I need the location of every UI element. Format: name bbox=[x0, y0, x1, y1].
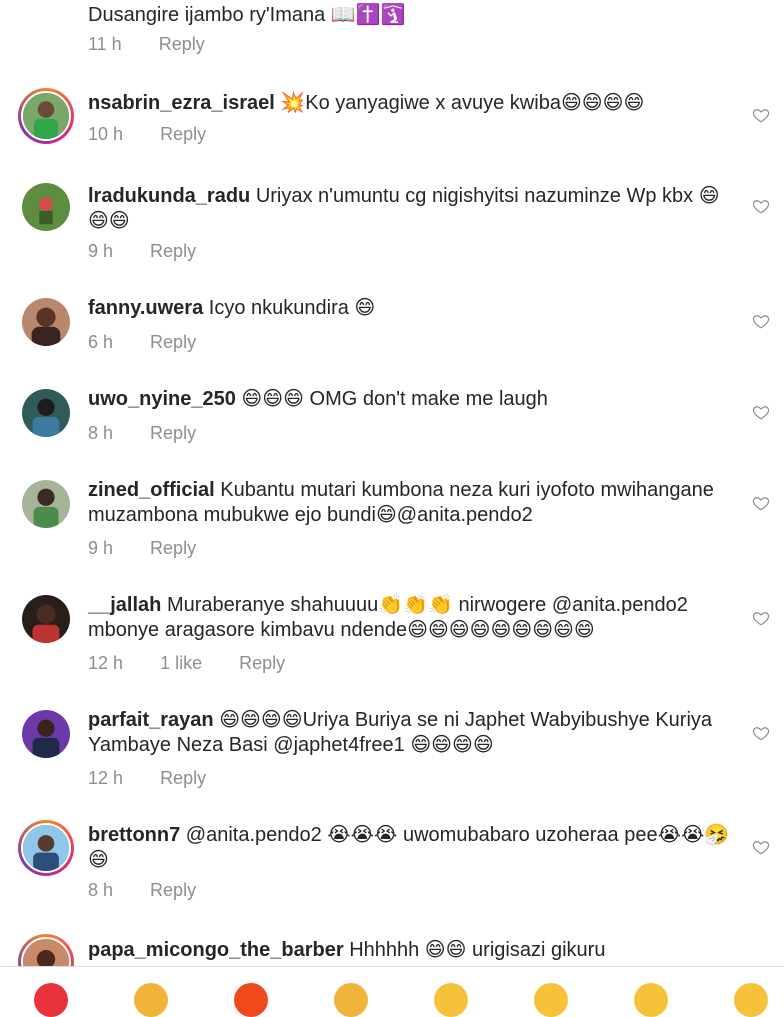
raised-hands-reaction-icon[interactable] bbox=[334, 983, 368, 1017]
like-count[interactable]: 1 like bbox=[160, 653, 202, 673]
comment-username[interactable]: zined_official bbox=[88, 479, 215, 501]
quick-reaction-bar bbox=[0, 966, 784, 1017]
comment-meta: 9 h Reply bbox=[88, 538, 228, 559]
reply-button[interactable]: Reply bbox=[150, 332, 196, 352]
comment-username[interactable]: fanny.uwera bbox=[88, 297, 203, 319]
comment-text: zined_official Kubantu mutari kumbona ne… bbox=[88, 479, 714, 526]
heart-icon[interactable] bbox=[752, 724, 770, 742]
avatar[interactable] bbox=[18, 820, 74, 876]
heart-icon[interactable] bbox=[752, 106, 770, 124]
reply-button[interactable]: Reply bbox=[150, 241, 196, 261]
comment-username[interactable]: __jallah bbox=[88, 594, 161, 616]
comment-username[interactable]: papa_micongo_the_barber bbox=[88, 939, 344, 961]
comment-username[interactable]: parfait_rayan bbox=[88, 709, 214, 731]
comment-meta: 8 h Reply bbox=[88, 880, 228, 901]
comment-meta: 8 h Reply bbox=[88, 423, 228, 444]
heart-icon[interactable] bbox=[752, 312, 770, 330]
comment-time: 11 h bbox=[88, 34, 122, 54]
comment-text: nsabrin_ezra_israel 💥Ko yanyagiwe x avuy… bbox=[88, 92, 645, 114]
comment-time: 8 h bbox=[88, 880, 114, 900]
comment-username[interactable]: nsabrin_ezra_israel bbox=[88, 92, 275, 114]
reply-button[interactable]: Reply bbox=[239, 653, 285, 673]
heart-icon[interactable] bbox=[752, 197, 770, 215]
comment-time: 9 h bbox=[88, 538, 114, 558]
comment-meta: 6 h Reply bbox=[88, 332, 228, 353]
laughing-face-reaction-icon[interactable] bbox=[734, 983, 768, 1017]
avatar[interactable] bbox=[22, 298, 70, 346]
reply-button[interactable]: Reply bbox=[160, 124, 206, 144]
reply-button[interactable]: Reply bbox=[150, 423, 196, 443]
heart-icon[interactable] bbox=[752, 494, 770, 512]
comment-meta: 12 h Reply bbox=[88, 768, 238, 789]
heart-eyes-reaction-icon[interactable] bbox=[534, 983, 568, 1017]
comment-time: 8 h bbox=[88, 423, 114, 443]
reply-button[interactable]: Reply bbox=[159, 34, 205, 54]
comment-meta: 9 h Reply bbox=[88, 241, 228, 262]
comment-time: 12 h bbox=[88, 768, 124, 788]
avatar[interactable] bbox=[22, 389, 70, 437]
reply-button[interactable]: Reply bbox=[150, 538, 196, 558]
surprised-face-reaction-icon[interactable] bbox=[634, 983, 668, 1017]
comment-meta: 11 h Reply bbox=[88, 34, 237, 55]
comment-text: __jallah Muraberanye shahuuuu👏👏👏 nirwoge… bbox=[88, 594, 688, 641]
heart-reaction-icon[interactable] bbox=[34, 983, 68, 1017]
heart-icon[interactable] bbox=[752, 403, 770, 421]
reply-button[interactable]: Reply bbox=[160, 768, 206, 788]
comment-username[interactable]: brettonn7 bbox=[88, 824, 180, 846]
comment-username[interactable]: lradukunda_radu bbox=[88, 185, 250, 207]
clap-reaction-icon[interactable] bbox=[134, 983, 168, 1017]
reply-button[interactable]: Reply bbox=[150, 880, 196, 900]
avatar[interactable] bbox=[22, 183, 70, 231]
fire-reaction-icon[interactable] bbox=[234, 983, 268, 1017]
comment-text: papa_micongo_the_barber Hhhhhh 😄😄 urigis… bbox=[88, 939, 606, 961]
comment-text: lradukunda_radu Uriyax n'umuntu cg nigis… bbox=[88, 185, 720, 232]
heart-icon[interactable] bbox=[752, 609, 770, 627]
crying-face-reaction-icon[interactable] bbox=[434, 983, 468, 1017]
comment-meta: 12 h 1 like Reply bbox=[88, 653, 317, 674]
comment-text: Dusangire ijambo ry'Imana 📖✝️🛐 bbox=[88, 4, 406, 26]
comment-username[interactable]: uwo_nyine_250 bbox=[88, 388, 236, 410]
avatar[interactable] bbox=[18, 88, 74, 144]
comment-time: 10 h bbox=[88, 124, 124, 144]
comment-text: fanny.uwera Icyo nkukundira 😄 bbox=[88, 297, 376, 319]
avatar[interactable] bbox=[22, 480, 70, 528]
comment-text: parfait_rayan 😄😄😄😄Uriya Buriya se ni Jap… bbox=[88, 709, 713, 756]
comment-time: 9 h bbox=[88, 241, 114, 261]
comment-time: 12 h bbox=[88, 653, 124, 673]
avatar[interactable] bbox=[22, 710, 70, 758]
avatar[interactable] bbox=[22, 595, 70, 643]
comment-meta: 10 h Reply bbox=[88, 124, 238, 145]
heart-icon[interactable] bbox=[752, 838, 770, 856]
comment-text: uwo_nyine_250 😄😄😄 OMG don't make me laug… bbox=[88, 388, 548, 410]
comment-text: brettonn7 @anita.pendo2 😭😭😭 uwomubabaro … bbox=[88, 824, 730, 871]
comment-time: 6 h bbox=[88, 332, 114, 352]
